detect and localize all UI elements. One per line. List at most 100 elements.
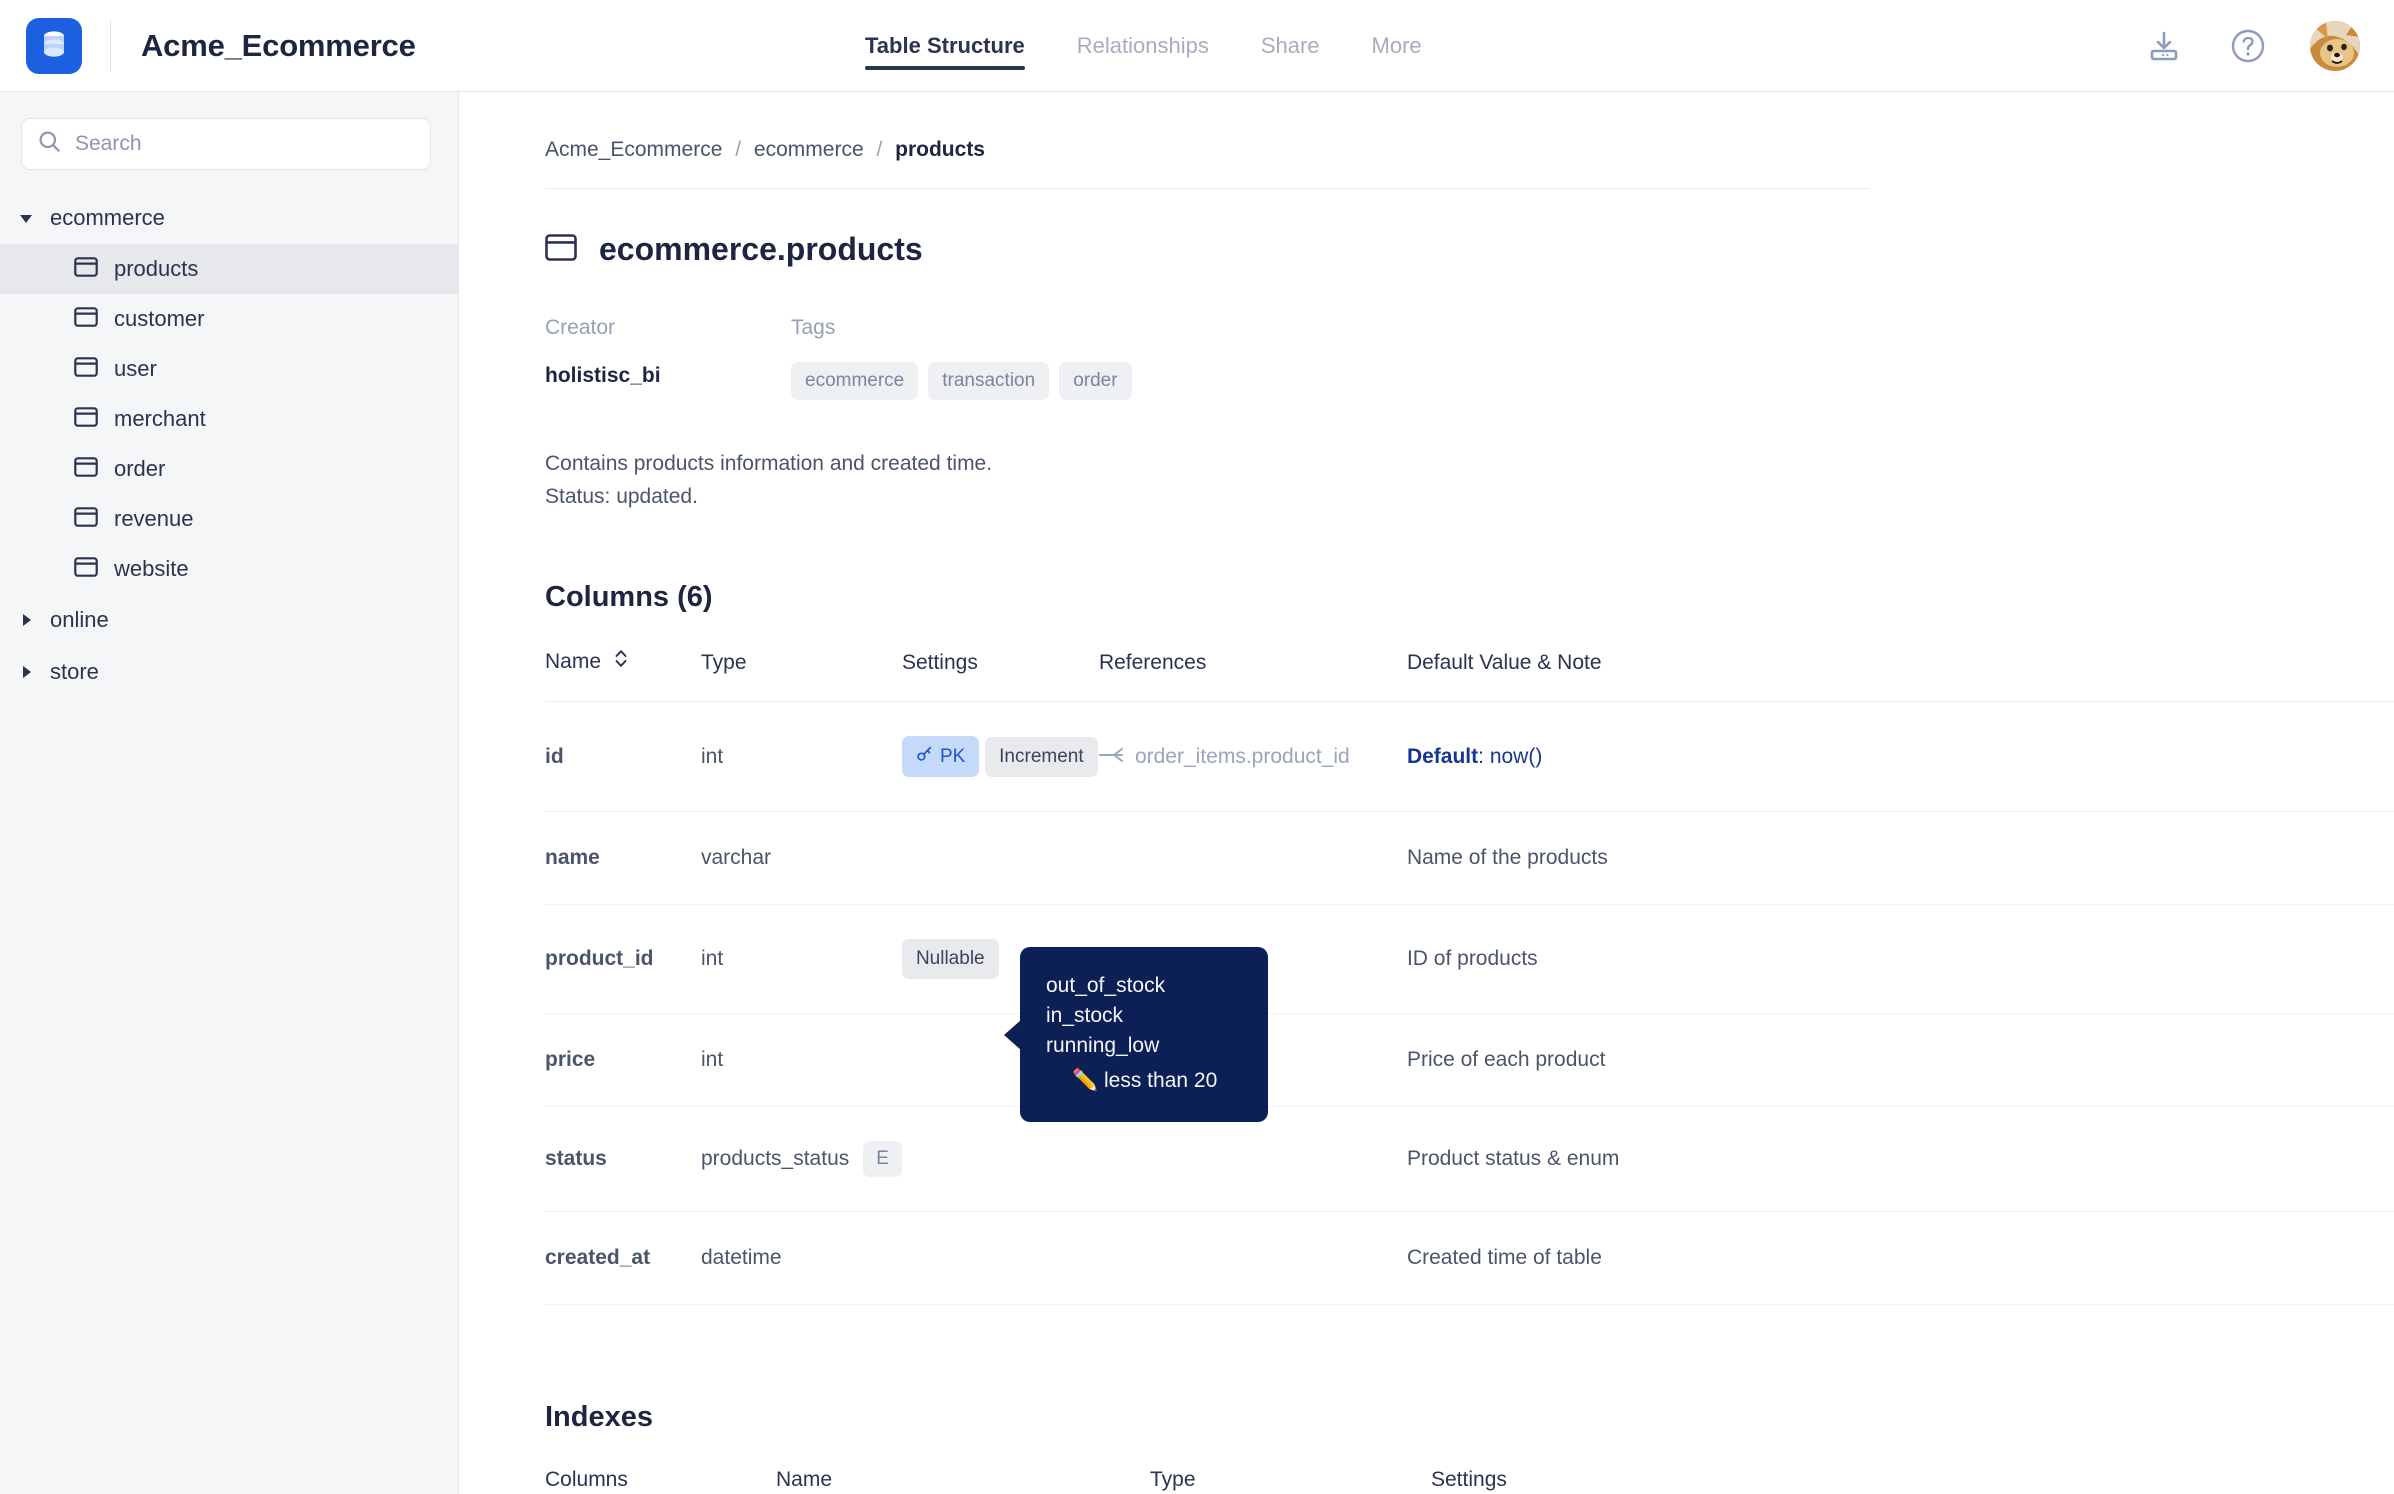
tags-block: Tags ecommerce transaction order bbox=[791, 316, 1132, 400]
index-header-columns: Columns bbox=[545, 1468, 776, 1494]
tab-table-structure[interactable]: Table Structure bbox=[865, 0, 1025, 92]
sidebar: ecommerce products customer bbox=[0, 92, 459, 1494]
tag-transaction[interactable]: transaction bbox=[928, 362, 1050, 400]
database-icon bbox=[26, 17, 82, 74]
indexes-section-title: Indexes bbox=[545, 1401, 653, 1434]
table-meta: Creator holistisc_bi Tags ecommerce tran… bbox=[545, 316, 2394, 400]
cell-column-name: price bbox=[545, 1013, 701, 1108]
breadcrumb-root[interactable]: Acme_Ecommerce bbox=[545, 138, 722, 161]
tags-label: Tags bbox=[791, 316, 836, 339]
sidebar-item-order[interactable]: order bbox=[0, 444, 458, 494]
breadcrumb-separator: / bbox=[735, 138, 742, 161]
table-row[interactable]: id int PK Increment order_items.product_… bbox=[545, 701, 2394, 813]
reference-link-order-items[interactable]: order_items.product_id bbox=[1099, 745, 1350, 769]
tag-ecommerce[interactable]: ecommerce bbox=[791, 362, 919, 400]
default-value: now() bbox=[1489, 744, 1543, 768]
tree-group-label: store bbox=[50, 659, 99, 684]
cell-column-references bbox=[1098, 1106, 1407, 1213]
cell-column-name: status bbox=[545, 1106, 701, 1213]
sidebar-item-user[interactable]: user bbox=[0, 344, 458, 394]
tooltip-arrow bbox=[1004, 1020, 1021, 1050]
tree-group-label: ecommerce bbox=[50, 205, 165, 230]
default-label: Default bbox=[1406, 744, 1479, 768]
tab-relationships[interactable]: Relationships bbox=[1077, 0, 1209, 92]
description-line-2: Status: updated. bbox=[545, 484, 698, 508]
columns-table: Name Type Settings References Default Va… bbox=[545, 648, 2394, 1306]
caret-right-icon[interactable] bbox=[18, 664, 50, 680]
reference-link-label: order_items.product_id bbox=[1134, 744, 1350, 768]
table-row[interactable]: status products_status E Product status … bbox=[545, 1106, 2394, 1213]
cell-column-note: Product status & enum bbox=[1406, 1106, 2394, 1213]
cell-column-references: order_items.product_id bbox=[1098, 701, 1407, 813]
index-header-type: Type bbox=[1150, 1468, 1431, 1494]
sidebar-item-revenue[interactable]: revenue bbox=[0, 494, 458, 544]
column-header-settings: Settings bbox=[901, 648, 1099, 703]
sidebar-item-label: customer bbox=[114, 306, 205, 331]
indexes-table-header-row: Columns Name Type Settings bbox=[545, 1468, 2394, 1494]
tooltip-enum-value: in_stock bbox=[1046, 1004, 1124, 1028]
cell-column-note: ID of products bbox=[1406, 904, 2394, 1015]
tree-group-store[interactable]: store bbox=[0, 646, 458, 698]
search-icon bbox=[38, 130, 61, 158]
brand-divider bbox=[110, 19, 111, 72]
sidebar-item-products[interactable]: products bbox=[0, 244, 458, 294]
table-icon bbox=[545, 233, 577, 267]
cell-column-settings: PK Increment bbox=[901, 701, 1099, 813]
tab-more[interactable]: More bbox=[1372, 0, 1422, 92]
table-row[interactable]: product_id int Nullable ID of products bbox=[545, 904, 2394, 1015]
columns-section: Columns (6) Name Type Settings Reference… bbox=[545, 581, 2394, 1306]
search-input[interactable] bbox=[75, 132, 414, 156]
cell-column-note: Price of each product bbox=[1406, 1013, 2394, 1108]
cell-column-type-label: products_status bbox=[701, 1147, 850, 1171]
table-row[interactable]: price int Price of each product bbox=[545, 1013, 2394, 1108]
cell-column-type: datetime bbox=[701, 1211, 902, 1306]
cell-column-settings bbox=[901, 811, 1099, 906]
help-circle-icon[interactable] bbox=[2226, 24, 2270, 68]
tag-order[interactable]: order bbox=[1059, 362, 1132, 400]
sort-chevron-icon[interactable] bbox=[613, 648, 629, 675]
cell-column-default: Default: now() bbox=[1406, 701, 2394, 813]
brand[interactable]: Acme_Ecommerce bbox=[0, 17, 416, 74]
main-content: Acme_Ecommerce / ecommerce / products ec… bbox=[459, 92, 2394, 1494]
indexes-table: Columns Name Type Settings id product_st… bbox=[545, 1468, 2394, 1494]
breadcrumb-schema[interactable]: ecommerce bbox=[754, 138, 864, 161]
sidebar-item-label: order bbox=[114, 456, 166, 481]
cell-column-settings bbox=[901, 1106, 1099, 1213]
cell-column-note: Created time of table bbox=[1406, 1211, 2394, 1306]
search-box[interactable] bbox=[21, 118, 431, 170]
indexes-section: Indexes Columns Name Type Settings id pr… bbox=[545, 1401, 2394, 1494]
column-header-type: Type bbox=[701, 648, 902, 703]
table-row[interactable]: name varchar Name of the products bbox=[545, 811, 2394, 906]
column-header-name[interactable]: Name bbox=[545, 648, 701, 703]
tags-list: ecommerce transaction order bbox=[791, 362, 1132, 400]
sidebar-item-merchant[interactable]: merchant bbox=[0, 394, 458, 444]
sidebar-item-label: user bbox=[114, 356, 157, 381]
sidebar-item-label: website bbox=[114, 556, 189, 581]
badge-primary-key[interactable]: PK bbox=[901, 736, 980, 778]
user-avatar-doge[interactable] bbox=[2310, 21, 2360, 71]
badge-increment[interactable]: Increment bbox=[985, 737, 1098, 778]
caret-down-icon[interactable] bbox=[18, 210, 50, 226]
index-header-name: Name bbox=[776, 1468, 1150, 1494]
tree-group-online[interactable]: online bbox=[0, 594, 458, 646]
schema-tree: ecommerce products customer user merchan… bbox=[0, 192, 458, 698]
badge-nullable[interactable]: Nullable bbox=[901, 939, 999, 980]
page-title: ecommerce.products bbox=[599, 231, 923, 267]
sidebar-item-customer[interactable]: customer bbox=[0, 294, 458, 344]
top-bar-actions bbox=[2142, 0, 2360, 92]
sidebar-item-label: products bbox=[114, 256, 199, 281]
cell-column-settings bbox=[901, 1211, 1099, 1306]
tab-share[interactable]: Share bbox=[1261, 0, 1320, 92]
table-row[interactable]: created_at datetime Created time of tabl… bbox=[545, 1211, 2394, 1306]
table-icon bbox=[74, 356, 98, 383]
columns-section-title: Columns (6) bbox=[545, 581, 713, 614]
badge-enum[interactable]: E bbox=[863, 1141, 902, 1178]
table-icon bbox=[74, 406, 98, 433]
tooltip-note-label: less than 20 bbox=[1104, 1068, 1218, 1092]
key-icon bbox=[916, 745, 933, 768]
tree-group-ecommerce[interactable]: ecommerce bbox=[0, 192, 458, 244]
caret-right-icon[interactable] bbox=[18, 612, 50, 628]
sidebar-item-website[interactable]: website bbox=[0, 544, 458, 594]
cell-column-name: product_id bbox=[545, 904, 701, 1015]
download-save-icon[interactable] bbox=[2142, 24, 2186, 68]
